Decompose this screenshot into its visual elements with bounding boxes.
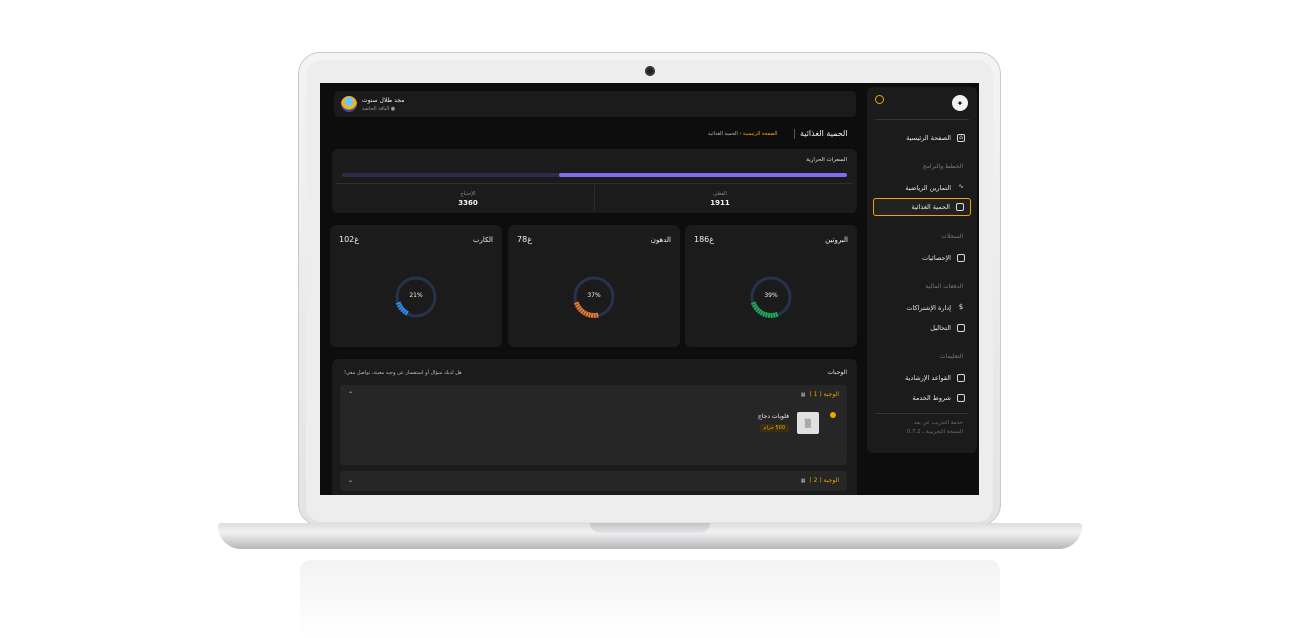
macro-name: الكارب <box>472 236 493 244</box>
cup-icon <box>956 203 964 211</box>
sidebar-item-label: الإحصائيات <box>921 254 951 262</box>
calories-actual-label: الفعلي <box>713 191 727 197</box>
fat-gauge: 37% <box>572 275 616 323</box>
page-title: الحمية الغذائية <box>800 129 848 138</box>
sidebar-item-workouts[interactable]: التمارين الرياضية ∿ <box>873 179 971 197</box>
calories-progress-track <box>342 173 847 177</box>
user-name[interactable]: مجد طلال سنوت <box>362 97 404 104</box>
laptop-notch <box>590 523 710 533</box>
gauge-segment <box>595 312 599 318</box>
app-screen: ✦ الصفحة الرئيسية ⌂ الخطط والبرامج التما… <box>320 83 979 495</box>
sidebar-toggle-icon[interactable] <box>875 95 884 104</box>
grid-icon: ▦ <box>800 391 806 398</box>
calories-progress-fill <box>559 173 847 177</box>
food-image: ▒ <box>797 412 819 434</box>
calories-needed-value: 3360 <box>458 199 478 207</box>
gauge-percent: 39% <box>764 292 778 299</box>
sidebar-item-subscriptions[interactable]: إدارة الإشتراكات $ <box>873 299 971 317</box>
protein-gauge: 39% <box>749 275 793 323</box>
meal-status-dot <box>830 412 836 418</box>
macro-name: البروتين <box>825 236 848 244</box>
macro-amount: 78غ <box>517 235 532 244</box>
meals-contact-hint[interactable]: هل لديك سؤال أو استفسار عن وجبة معينة، ت… <box>344 370 462 376</box>
sidebar-item-analyses[interactable]: التحاليل <box>873 319 971 337</box>
protein-card: البروتين 186غ 39% <box>685 225 857 347</box>
sidebar: ✦ الصفحة الرئيسية ⌂ الخطط والبرامج التما… <box>867 87 977 453</box>
calories-divider-vertical <box>594 185 595 211</box>
macro-name: الدهون <box>650 236 671 244</box>
user-plan: ● الباقة الخاصة <box>362 106 396 112</box>
calories-card: السعرات الحرارية الفعلي 1911 الإحتياج 33… <box>332 149 857 213</box>
grid-icon: ▦ <box>800 477 806 484</box>
sidebar-section-records: السجلات <box>941 233 963 240</box>
gauge-percent: 21% <box>409 292 423 299</box>
sidebar-item-label: إدارة الإشتراكات <box>906 304 951 312</box>
sidebar-item-terms[interactable]: شروط الخدمة <box>873 389 971 407</box>
activity-icon: ∿ <box>958 183 964 190</box>
gauge-percent: 37% <box>587 292 601 299</box>
chevron-down-icon[interactable]: ⌄ <box>348 477 353 484</box>
meal-label: الوجبة ( 2 ) <box>809 477 839 484</box>
sidebar-item-label: التمارين الرياضية <box>905 184 951 192</box>
file-icon <box>957 394 965 402</box>
meal-item: الوجبة ( 1 ) ▦ ⌃ ▒ فلوبات دجاج 500 جرام <box>340 385 847 465</box>
gauge-segment <box>772 312 776 318</box>
meals-card: الوجبات هل لديك سؤال أو استفسار عن وجبة … <box>332 359 857 495</box>
gauge-segment <box>590 312 594 318</box>
calories-needed-label: الإحتياج <box>460 191 476 197</box>
sidebar-item-statistics[interactable]: الإحصائيات <box>873 249 971 267</box>
laptop-reflection <box>300 560 1000 638</box>
breadcrumb: الصفحة الرئيسية ‹ الحمية الغذائية <box>708 131 777 137</box>
sidebar-item-guidelines[interactable]: القواعد الإرشادية <box>873 369 971 387</box>
avatar[interactable] <box>341 96 357 112</box>
calories-title: السعرات الحرارية <box>806 157 847 163</box>
sidebar-item-diet[interactable]: الحمية الغذائية <box>873 198 971 216</box>
meal-header[interactable]: الوجبة ( 1 ) ▦ <box>801 391 839 398</box>
sidebar-footer: خدمة التدريب عن بعد النسخة التجريبية ـ 0… <box>907 419 963 437</box>
macro-amount: 102غ <box>339 235 360 244</box>
carbs-card: الكارب 102غ 21% <box>330 225 502 347</box>
sidebar-divider <box>875 119 969 120</box>
sidebar-item-label: الصفحة الرئيسية <box>906 134 951 142</box>
clipboard-icon <box>957 254 965 262</box>
calories-actual-value: 1911 <box>710 199 730 207</box>
meal-item: الوجبة ( 2 ) ▦ ⌄ <box>340 471 847 491</box>
footer-service: خدمة التدريب عن بعد <box>913 420 963 426</box>
gauge-segment <box>587 312 592 318</box>
sidebar-item-label: القواعد الإرشادية <box>905 374 951 382</box>
food-quantity-badge: 500 جرام <box>759 424 789 432</box>
top-bar: مجد طلال سنوت ● الباقة الخاصة <box>334 91 856 117</box>
calories-divider <box>336 183 853 184</box>
dollar-icon: $ <box>958 303 964 311</box>
meals-title: الوجبات <box>827 369 847 376</box>
breadcrumb-separator: ‹ <box>739 131 742 137</box>
document-icon <box>957 324 965 332</box>
macro-amount: 186غ <box>694 235 715 244</box>
food-name: فلوبات دجاج <box>757 413 789 420</box>
home-icon: ⌂ <box>957 134 965 142</box>
sidebar-item-label: الحمية الغذائية <box>911 203 950 211</box>
title-divider <box>794 129 795 139</box>
sidebar-section-instructions: التعليمات <box>940 353 963 360</box>
file-icon <box>957 374 965 382</box>
meal-label: الوجبة ( 1 ) <box>809 391 839 398</box>
footer-version: النسخة التجريبية ـ 0.7.2 <box>906 429 963 435</box>
carbs-gauge: 21% <box>394 275 438 323</box>
sidebar-item-home[interactable]: الصفحة الرئيسية ⌂ <box>873 129 971 147</box>
breadcrumb-home-link[interactable]: الصفحة الرئيسية <box>743 131 778 137</box>
camera-icon <box>645 66 655 76</box>
sidebar-section-payments: الدفعات المالية <box>925 283 963 290</box>
gauge-segment <box>767 312 771 318</box>
meal-header[interactable]: الوجبة ( 2 ) ▦ <box>801 477 839 484</box>
sidebar-item-label: شروط الخدمة <box>912 394 951 402</box>
logo-icon[interactable]: ✦ <box>952 95 968 111</box>
chevron-up-icon[interactable]: ⌃ <box>348 391 353 398</box>
fat-card: الدهون 78غ 37% <box>508 225 680 347</box>
sidebar-item-label: التحاليل <box>930 324 951 332</box>
sidebar-divider <box>875 413 969 414</box>
gauge-segment <box>764 312 769 318</box>
sidebar-section-plans: الخطط والبرامج <box>922 163 963 170</box>
breadcrumb-current: الحمية الغذائية <box>708 131 738 137</box>
